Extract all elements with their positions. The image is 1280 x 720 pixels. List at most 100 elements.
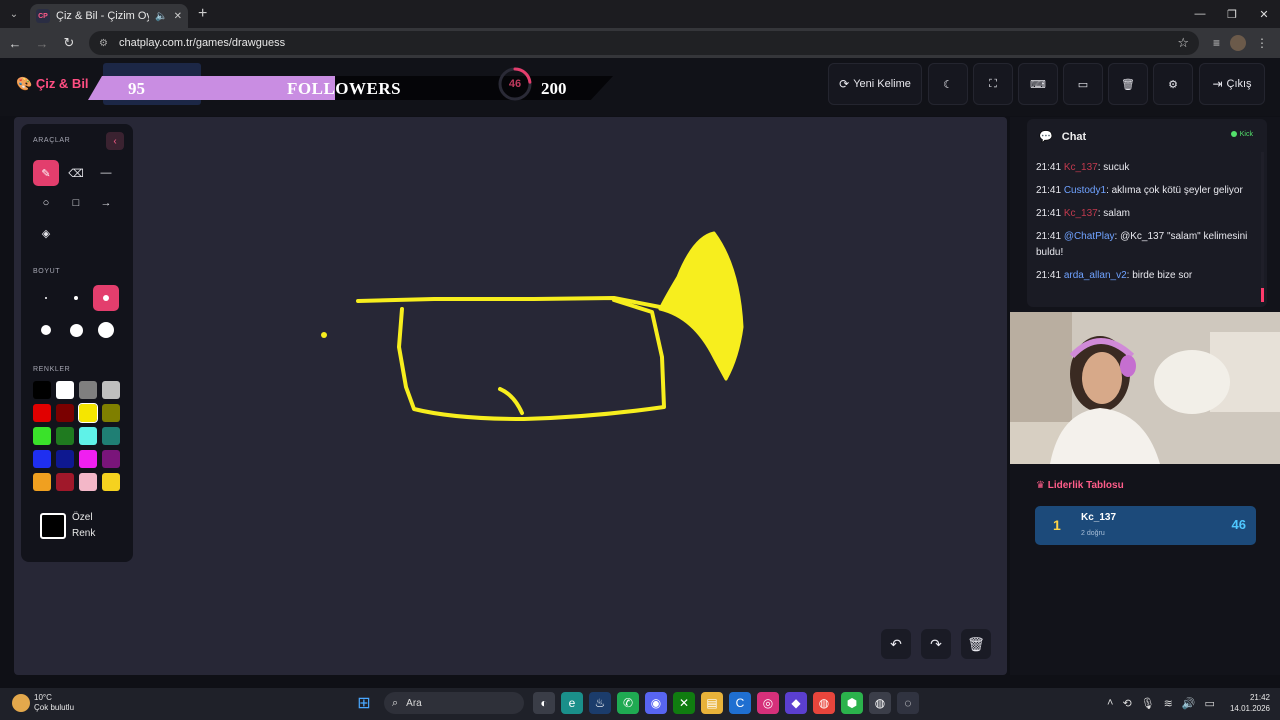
custom-color-button[interactable] bbox=[40, 513, 66, 539]
fill-tool[interactable]: ◈ bbox=[33, 220, 59, 246]
media-control-icon[interactable]: ≡ bbox=[1213, 36, 1220, 50]
collapse-panel-button[interactable]: ‹ bbox=[106, 132, 124, 150]
color-swatch[interactable] bbox=[33, 381, 51, 399]
size-xl[interactable] bbox=[63, 317, 89, 343]
eraser-icon: ⌫ bbox=[68, 167, 84, 180]
color-swatch[interactable] bbox=[56, 427, 74, 445]
clock-date: 14.01.2026 bbox=[1229, 704, 1270, 713]
color-swatch[interactable] bbox=[56, 381, 74, 399]
site-info-icon[interactable]: ⚙ bbox=[99, 38, 113, 49]
mic-icon[interactable]: 🎙 bbox=[1141, 697, 1155, 710]
taskbar-search[interactable]: ⌕ Ara bbox=[384, 692, 524, 714]
undo-button[interactable]: ↶ bbox=[881, 629, 911, 659]
close-window-button[interactable]: ✕ bbox=[1248, 0, 1280, 28]
settings-button[interactable]: ⚙ bbox=[1153, 63, 1193, 105]
instagram-icon[interactable]: ◎ bbox=[757, 692, 779, 714]
color-swatch[interactable] bbox=[56, 404, 74, 422]
color-swatch[interactable] bbox=[33, 404, 51, 422]
color-swatch[interactable] bbox=[33, 450, 51, 468]
arrow-tool[interactable]: → bbox=[93, 190, 119, 216]
back-icon[interactable]: ← bbox=[3, 36, 27, 51]
app-icon-2[interactable]: ◆ bbox=[785, 692, 807, 714]
dark-mode-button[interactable]: ☾ bbox=[928, 63, 968, 105]
discord-icon[interactable]: ◉ bbox=[645, 692, 667, 714]
chevron-up-icon[interactable]: ˄ bbox=[1107, 697, 1113, 709]
clear-canvas-button[interactable]: 🗑 bbox=[961, 629, 991, 659]
steam-icon[interactable]: ♨ bbox=[589, 692, 611, 714]
fullscreen-button[interactable]: ⛶ bbox=[973, 63, 1013, 105]
browser-tab[interactable]: CP Çiz & Bil - Çizim Oyunu 🔈 ✕ bbox=[30, 4, 188, 28]
app-c-icon[interactable]: C bbox=[729, 692, 751, 714]
new-tab-button[interactable]: + bbox=[198, 5, 207, 23]
color-swatch[interactable] bbox=[33, 427, 51, 445]
edge-icon[interactable]: e bbox=[561, 692, 583, 714]
color-swatch[interactable] bbox=[78, 403, 98, 423]
color-swatch[interactable] bbox=[102, 404, 120, 422]
delete-button[interactable]: 🗑 bbox=[1108, 63, 1148, 105]
keyboard-button[interactable]: ⌨ bbox=[1018, 63, 1058, 105]
speaker-icon[interactable]: 🔈 bbox=[155, 11, 167, 22]
color-swatch[interactable] bbox=[56, 450, 74, 468]
wifi-icon[interactable]: ≋ bbox=[1164, 697, 1173, 710]
color-swatch[interactable] bbox=[102, 381, 120, 399]
color-swatch[interactable] bbox=[102, 450, 120, 468]
profile-avatar[interactable] bbox=[1230, 35, 1247, 51]
size-xxl[interactable] bbox=[93, 317, 119, 343]
minimize-button[interactable]: — bbox=[1184, 0, 1216, 28]
color-swatch[interactable] bbox=[102, 427, 120, 445]
close-tab-icon[interactable]: ✕ bbox=[174, 11, 182, 22]
crown-icon: ♛ bbox=[1036, 480, 1045, 491]
redo-button[interactable]: ↷ bbox=[921, 629, 951, 659]
volume-icon[interactable]: 🔊 bbox=[1182, 697, 1196, 710]
clock[interactable]: 21:42 14.01.2026 bbox=[1230, 692, 1270, 714]
eraser-tool[interactable]: ⌫ bbox=[63, 160, 89, 186]
bookmark-star-icon[interactable]: ☆ bbox=[1177, 35, 1189, 51]
chat-title: Chat bbox=[1061, 131, 1087, 143]
tray-app-icon[interactable]: ⟲ bbox=[1122, 697, 1131, 710]
xbox-icon[interactable]: ✕ bbox=[673, 692, 695, 714]
app-logo[interactable]: 🎨 Çiz & Bil bbox=[16, 76, 89, 92]
archive-button[interactable]: ▭ bbox=[1063, 63, 1103, 105]
taskbar: 10°C Çok bulutlu ⊞ ⌕ Ara ◐ e ♨ ✆ ◉ ✕ ▤ C … bbox=[0, 688, 1280, 720]
exit-button[interactable]: ⇥ Çıkış bbox=[1199, 63, 1265, 105]
whatsapp-icon[interactable]: ✆ bbox=[617, 692, 639, 714]
chat-scroll-thumb[interactable] bbox=[1261, 288, 1264, 302]
forward-icon[interactable]: → bbox=[30, 36, 54, 51]
search-icon: ⌕ bbox=[392, 696, 399, 709]
file-explorer-icon[interactable]: ▤ bbox=[701, 692, 723, 714]
size-l[interactable] bbox=[33, 317, 59, 343]
color-swatch[interactable] bbox=[79, 473, 97, 491]
rectangle-tool[interactable]: □ bbox=[63, 190, 89, 216]
color-swatch[interactable] bbox=[33, 473, 51, 491]
color-swatch[interactable] bbox=[79, 450, 97, 468]
color-swatch[interactable] bbox=[56, 473, 74, 491]
weather-widget[interactable]: 10°C Çok bulutlu bbox=[12, 693, 74, 713]
new-word-button[interactable]: ⟳ Yeni Kelime bbox=[828, 63, 922, 105]
custom-color-label[interactable]: Özel Renk bbox=[72, 510, 95, 542]
app-icon-3[interactable]: ⬢ bbox=[841, 692, 863, 714]
brush-icon: ✎ bbox=[41, 167, 51, 180]
battery-icon[interactable]: ▭ bbox=[1205, 697, 1215, 710]
weather-temp: 10°C bbox=[34, 693, 52, 702]
browser-menu-icon[interactable]: ⋮ bbox=[1256, 36, 1268, 50]
url-field[interactable]: ⚙ chatplay.com.tr/games/drawguess ☆ bbox=[89, 31, 1199, 55]
color-swatch[interactable] bbox=[79, 427, 97, 445]
color-swatch[interactable] bbox=[102, 473, 120, 491]
brush-tool[interactable]: ✎ bbox=[33, 160, 59, 186]
app-icon-1[interactable]: ◐ bbox=[533, 692, 555, 714]
chat-scrollbar[interactable] bbox=[1261, 152, 1264, 302]
size-xs[interactable] bbox=[33, 285, 59, 311]
obs-icon[interactable]: ◌ bbox=[897, 692, 919, 714]
chrome-icon[interactable]: ◍ bbox=[813, 692, 835, 714]
circle-tool[interactable]: ○ bbox=[33, 190, 59, 216]
reload-icon[interactable]: ↻ bbox=[57, 35, 81, 51]
color-swatch[interactable] bbox=[79, 381, 97, 399]
chrome-active-icon[interactable]: ◍ bbox=[869, 692, 891, 714]
tab-search-icon[interactable]: ⌄ bbox=[0, 0, 28, 28]
drawing-canvas[interactable] bbox=[14, 117, 1007, 675]
size-m[interactable] bbox=[93, 285, 119, 311]
size-s[interactable] bbox=[63, 285, 89, 311]
windows-start-icon[interactable]: ⊞ bbox=[353, 692, 375, 714]
restore-button[interactable]: ❐ bbox=[1216, 0, 1248, 28]
line-tool[interactable]: — bbox=[93, 160, 119, 186]
